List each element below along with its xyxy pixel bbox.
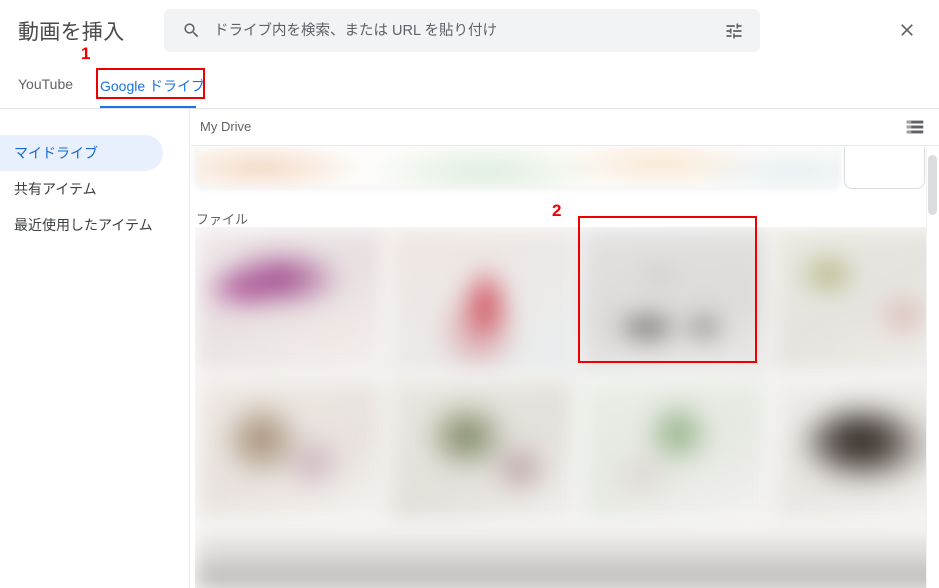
sidebar-item-label: 共有アイテム bbox=[14, 181, 97, 197]
file-thumbnail-grid bbox=[195, 227, 939, 588]
page-title: 動画を挿入 bbox=[18, 21, 125, 44]
tab-google-drive[interactable]: Google ドライブ bbox=[100, 76, 205, 96]
tab-youtube[interactable]: YouTube bbox=[18, 76, 73, 92]
file-thumbnail[interactable] bbox=[387, 377, 577, 525]
content-header: My Drive bbox=[191, 109, 939, 146]
file-thumbnail[interactable] bbox=[579, 227, 769, 375]
sidebar-item-label: マイドライブ bbox=[14, 145, 98, 161]
file-thumbnail[interactable] bbox=[771, 377, 939, 525]
close-button[interactable] bbox=[891, 15, 923, 47]
sidebar-item-label: 最近使用したアイテム bbox=[14, 217, 153, 233]
folder-card[interactable] bbox=[195, 147, 840, 189]
folder-card[interactable] bbox=[844, 147, 925, 189]
sidebar-item-my-drive[interactable]: マイドライブ bbox=[0, 135, 163, 171]
file-thumbnail[interactable] bbox=[387, 227, 577, 375]
file-thumbnail[interactable] bbox=[195, 527, 939, 588]
search-bar[interactable] bbox=[164, 9, 862, 52]
list-view-icon[interactable] bbox=[903, 116, 927, 138]
breadcrumb[interactable]: My Drive bbox=[200, 119, 251, 134]
search-input[interactable] bbox=[212, 9, 862, 52]
sidebar-item-shared[interactable]: 共有アイテム bbox=[0, 171, 163, 207]
sidebar-item-recent[interactable]: 最近使用したアイテム bbox=[0, 207, 180, 243]
sidebar: マイドライブ 共有アイテム 最近使用したアイテム bbox=[0, 109, 190, 588]
file-thumbnail[interactable] bbox=[771, 227, 939, 375]
folders-row bbox=[195, 147, 925, 189]
files-section-label: ファイル bbox=[196, 212, 249, 227]
tune-filter-icon[interactable] bbox=[724, 21, 744, 41]
insert-video-dialog: 動画を挿入 YouTube Google ドライ bbox=[0, 0, 939, 588]
content-pane: My Drive ファイル bbox=[191, 109, 939, 588]
close-icon bbox=[897, 20, 917, 43]
file-thumbnail[interactable] bbox=[579, 377, 769, 525]
search-icon bbox=[182, 21, 201, 40]
file-thumbnail[interactable] bbox=[195, 377, 385, 525]
file-browser[interactable]: ファイル bbox=[191, 147, 939, 588]
scrollbar-thumb[interactable] bbox=[928, 155, 937, 215]
file-thumbnail[interactable] bbox=[195, 227, 385, 375]
dialog-header: 動画を挿入 bbox=[0, 0, 939, 62]
tab-bar: YouTube Google ドライブ bbox=[0, 68, 939, 109]
